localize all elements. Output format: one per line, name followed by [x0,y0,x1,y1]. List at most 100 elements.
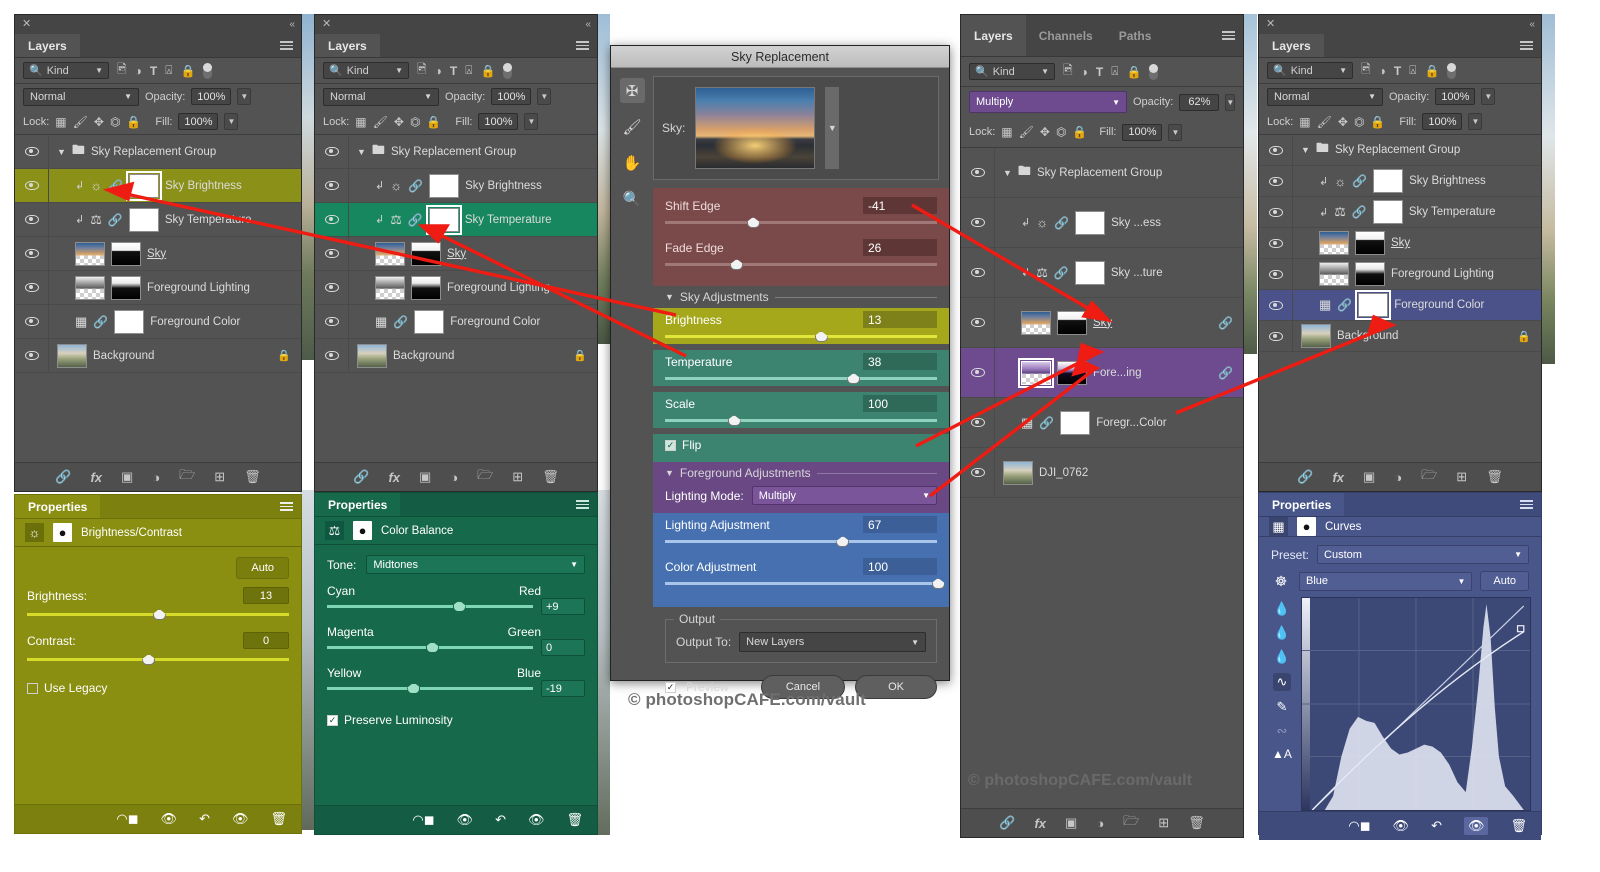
opacity-value[interactable]: 100% [191,88,232,105]
layer-thumbnail[interactable] [75,275,105,300]
layer-name[interactable]: Sky Brightness [165,180,242,192]
layer-thumbnail[interactable] [57,343,87,368]
toggle-visibility-icon[interactable]: 👁 [232,811,249,827]
curve-point-tool-icon[interactable]: ∿ [1272,673,1292,691]
tab-properties[interactable]: Properties [1259,493,1345,516]
mask-link-icon[interactable]: 🔗 [1352,205,1367,219]
layer-name[interactable]: Sky Replacement Group [1335,144,1460,156]
layer-name[interactable]: Sky Replacement Group [391,146,516,158]
filter-shape-icon[interactable]: ⍓ [1111,64,1118,79]
layer-mask-thumbnail[interactable] [111,241,141,266]
filter-smart-icon[interactable]: 🔒 [480,64,495,78]
layer-row-body[interactable]: ↳ ☼ 🔗 Sky Brightness [349,169,597,202]
layer-row-body[interactable]: ▼ 🖿 Sky Replacement Group [49,135,301,168]
tab-layers[interactable]: Layers [1259,34,1324,57]
contrast-slider-knob[interactable] [142,654,156,665]
layer-visibility-toggle[interactable] [1259,166,1293,196]
layer-mask-thumbnail[interactable] [1057,310,1087,335]
new-adjustment-icon[interactable]: ◑ [1096,816,1104,831]
layer-row[interactable]: ▦ 🔗 Foreground Color [315,305,597,339]
layer-visibility-toggle[interactable] [15,203,49,236]
layer-visibility-toggle[interactable] [961,398,995,447]
layer-row[interactable]: ↳ ⚖ 🔗 Sky ...ture [961,248,1243,298]
filter-type-icon[interactable]: T [1394,64,1401,78]
color-balance-icon[interactable]: ⚖ [390,212,402,228]
layer-mask-thumbnail[interactable] [111,275,141,300]
fill-value[interactable]: 100% [1122,123,1163,141]
opacity-stepper-icon[interactable]: ▼ [1225,93,1236,111]
layer-name[interactable]: Background [93,350,154,362]
layer-visibility-toggle[interactable] [1259,259,1293,289]
fill-stepper-icon[interactable]: ▼ [1168,123,1183,141]
group-disclosure-icon[interactable]: ▼ [1301,145,1310,155]
layer-mask-thumbnail[interactable] [1075,210,1106,235]
layer-visibility-toggle[interactable] [1259,321,1293,351]
filter-smart-icon[interactable]: 🔒 [1126,65,1141,79]
opacity-stepper-icon[interactable]: ▼ [237,88,252,105]
output-to-select[interactable]: New Layers ▼ [739,632,926,652]
layer-visibility-toggle[interactable] [315,203,349,236]
layer-row-body[interactable]: Sky 🔗 [995,298,1243,347]
filter-kind-select[interactable]: 🔍 Kind ▼ [1267,62,1353,79]
layer-mask-thumbnail[interactable] [425,204,462,235]
layer-thumbnail[interactable] [1021,310,1051,335]
layer-name[interactable]: Background [393,350,454,362]
layer-visibility-toggle[interactable] [315,135,349,168]
layer-row-body[interactable]: ↳ ☼ 🔗 Sky Brightness [49,169,301,202]
fill-value[interactable]: 100% [1422,113,1463,130]
color-balance-icon[interactable]: ⚖ [90,212,102,228]
delete-adjustment-icon[interactable]: 🗑 [1510,818,1527,834]
layer-mask-thumbnail[interactable] [414,309,445,334]
layer-row-body[interactable]: ▼ 🖿 Sky Replacement Group [995,148,1243,197]
layer-name[interactable]: Sky [447,248,466,260]
lock-position-icon[interactable]: ✥ [1338,115,1348,129]
add-mask-icon[interactable]: ▣ [1065,815,1077,831]
lock-image-icon[interactable]: 🖌 [73,115,88,129]
layer-row[interactable]: ▼ 🖿 Sky Replacement Group [315,135,597,169]
layer-name[interactable]: Fore...ing [1093,367,1142,379]
panel-menu-icon[interactable] [272,34,301,57]
layer-name[interactable]: Sky ...ture [1111,267,1163,279]
link-layers-icon[interactable]: 🔗 [55,469,71,485]
layer-row[interactable]: ▦ 🔗 Foreground Color [1259,290,1541,321]
group-disclosure-icon[interactable]: ▼ [357,147,366,157]
layer-name[interactable]: Foreground Color [1394,299,1484,311]
flip-checkbox[interactable]: ✓ [665,439,676,451]
lock-artboard-icon[interactable]: ⏣ [410,115,420,129]
layer-row[interactable]: Sky [1259,228,1541,259]
layer-visibility-toggle[interactable] [15,305,49,338]
layer-visibility-toggle[interactable] [1259,228,1293,258]
fill-stepper-icon[interactable]: ▼ [524,113,539,130]
layer-row-body[interactable]: ↳ ⚖ 🔗 Sky Temperature [49,203,301,236]
curves-icon[interactable]: ▦ [375,314,387,330]
layer-mask-thumbnail[interactable] [411,241,441,266]
collapse-icon[interactable]: « [585,19,590,30]
new-layer-icon[interactable]: ⊞ [1456,469,1467,485]
filter-pixel-icon[interactable]: 🖻 [117,60,127,81]
blend-mode-select[interactable]: Normal ▼ [323,87,439,106]
close-icon[interactable]: ✕ [22,19,31,30]
layer-name[interactable]: Foregr...Color [1096,417,1166,429]
layer-row-body[interactable]: Foreground Lighting [1293,259,1541,289]
layer-row-body[interactable]: ↳ ⚖ 🔗 Sky Temperature [349,203,597,236]
tab-layers[interactable]: Layers [315,34,380,57]
layer-thumbnail[interactable] [1319,231,1349,255]
layer-row[interactable]: Fore...ing 🔗 [961,348,1243,398]
filter-toggle-switch[interactable] [203,62,213,79]
layer-name[interactable]: Foreground Lighting [447,282,550,294]
pencil-tool-icon[interactable]: ✎ [1277,699,1288,715]
filter-type-icon[interactable]: T [450,64,457,78]
layer-visibility-toggle[interactable] [961,148,995,197]
delete-layer-icon[interactable]: 🗑 [1188,815,1205,831]
curves-channel-icon[interactable]: ☸ [1271,573,1291,590]
layer-visibility-toggle[interactable] [15,271,49,304]
layer-row-body[interactable]: ▦ 🔗 Foreground Color [349,305,597,338]
layer-name[interactable]: Sky ...ess [1111,217,1161,229]
layer-name[interactable]: Sky Replacement Group [1037,167,1162,179]
color-balance-icon[interactable]: ⚖ [1036,265,1048,281]
lighting-mode-select[interactable]: Multiply ▼ [751,486,937,505]
zoom-tool-icon[interactable]: 🔍 [620,186,645,211]
layer-mask-thumbnail[interactable] [1355,262,1385,286]
hand-tool-icon[interactable]: ✋ [620,150,645,175]
layer-mask-thumbnail[interactable] [1060,410,1091,435]
